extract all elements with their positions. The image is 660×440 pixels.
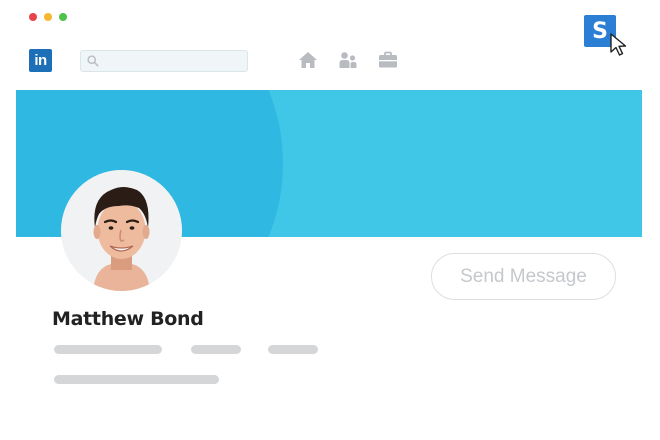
people-icon[interactable] [339,51,357,69]
briefcase-icon[interactable] [378,51,398,69]
extension-letter: S [592,18,608,44]
search-icon [87,55,99,67]
search-box[interactable] [80,50,248,72]
avatar[interactable] [61,170,182,291]
placeholder-line [191,345,241,354]
minimize-dot[interactable] [44,13,52,21]
nav-icons [298,51,398,69]
profile-name: Matthew Bond [52,308,204,330]
window-controls [29,13,67,21]
placeholder-line [54,345,162,354]
profile-photo [61,170,182,291]
linkedin-logo[interactable]: in [29,49,52,72]
mouse-cursor-icon [610,33,627,56]
close-dot[interactable] [29,13,37,21]
send-message-button[interactable]: Send Message [431,253,616,300]
placeholder-line [54,375,219,384]
placeholder-line [268,345,318,354]
search-input[interactable] [103,53,247,69]
home-icon[interactable] [298,51,318,69]
linkedin-logo-text: in [34,52,47,69]
maximize-dot[interactable] [59,13,67,21]
